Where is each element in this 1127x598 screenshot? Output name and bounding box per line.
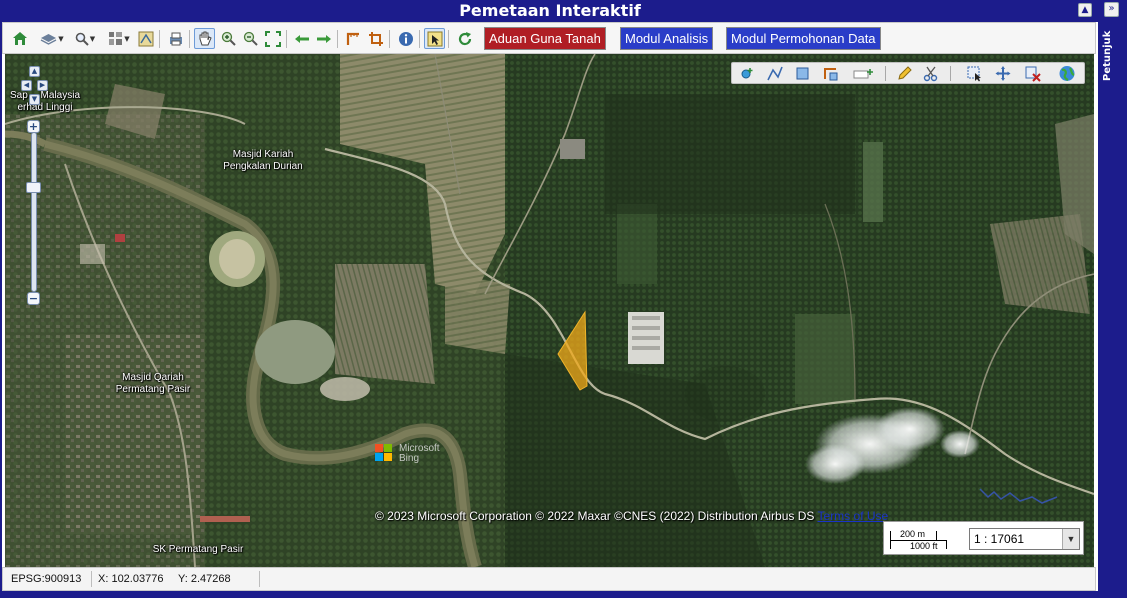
collapse-up-icon[interactable]: ▲ <box>1078 3 1092 17</box>
zoom-out-button[interactable]: − <box>27 292 40 305</box>
place-label-masjid-permatang-pasir: Masjid Qariah Permatang Pasir <box>115 372 191 395</box>
modul-analisis-button[interactable]: Modul Analisis <box>620 27 714 50</box>
side-panel: » Petunjuk <box>1098 0 1127 598</box>
projection-code: EPSG:900913 <box>11 573 82 585</box>
toolbar-separator <box>337 30 338 48</box>
toolbar-separator <box>448 30 449 48</box>
back-arrow-icon[interactable] <box>291 28 312 49</box>
edit-toolbar-separator <box>885 66 886 81</box>
chevron-down-icon: ▼ <box>58 34 64 43</box>
x-coordinate: X: 102.03776 <box>98 573 164 585</box>
cut-icon[interactable] <box>922 65 940 82</box>
add-polygon-icon[interactable] <box>794 65 812 82</box>
toolbar-separator <box>419 30 420 48</box>
add-feature-icon[interactable] <box>852 65 874 82</box>
refresh-icon[interactable] <box>454 28 475 49</box>
chevron-down-icon: ▼ <box>124 34 130 43</box>
zoom-slider-track[interactable] <box>31 132 37 292</box>
scale-bar: 200 m 1000 ft <box>890 528 968 552</box>
toolbar-separator <box>389 30 390 48</box>
edit-toolbar <box>731 62 1085 84</box>
status-separator <box>91 571 92 587</box>
logo-text: Microsoft Bing <box>399 443 440 464</box>
logo-square <box>384 453 392 461</box>
measure-icon[interactable] <box>342 28 363 49</box>
logo-square <box>384 444 392 452</box>
modul-permohonan-data-button[interactable]: Modul Permohonan Data <box>726 27 881 50</box>
crop-icon[interactable] <box>365 28 386 49</box>
microsoft-bing-logo: Microsoft Bing <box>375 444 445 466</box>
bottom-border <box>0 591 1098 598</box>
pan-up-icon[interactable]: ▲ <box>29 66 40 77</box>
home-icon[interactable] <box>9 28 30 49</box>
app-window: Pemetaan Interaktif ▲ » Petunjuk ▼ ▼ ▼ A… <box>0 0 1127 598</box>
toolbar-separator <box>159 30 160 48</box>
delete-icon[interactable] <box>1024 65 1042 82</box>
pan-zoom-control: ▲ ◀ ▶ ▼ + − <box>21 62 51 305</box>
scale-tick <box>936 531 937 540</box>
place-label-masjid-pengkalan-durian: Masjid Kariah Pengkalan Durian <box>223 149 303 172</box>
left-border <box>0 22 2 592</box>
info-icon[interactable] <box>395 28 416 49</box>
zoom-in-icon[interactable] <box>218 28 239 49</box>
scale-tick <box>946 540 947 549</box>
grid-icon[interactable]: ▼ <box>105 28 133 49</box>
map-view[interactable]: Sap… Malaysia erhad Linggi Masjid Kariah… <box>5 54 1094 567</box>
scale-imperial-label: 1000 ft <box>910 541 938 551</box>
scale-select-value: 1 : 17061 <box>974 532 1025 546</box>
page-title: Pemetaan Interaktif <box>459 1 641 20</box>
map-attribution: © 2023 Microsoft Corporation © 2022 Maxa… <box>375 509 888 523</box>
chevron-down-icon: ▼ <box>89 34 96 43</box>
status-separator <box>259 571 260 587</box>
status-bar: EPSG:900913 X: 102.03776 Y: 2.47268 <box>2 567 1096 591</box>
pan-down-icon[interactable]: ▼ <box>29 94 40 105</box>
scale-panel: 200 m 1000 ft 1 : 17061 ▼ <box>883 521 1084 555</box>
move-icon[interactable] <box>994 65 1012 82</box>
layers-icon[interactable]: ▼ <box>37 28 67 49</box>
legend-icon[interactable] <box>135 28 156 49</box>
scale-metric-label: 200 m <box>900 529 926 539</box>
select-box-icon[interactable] <box>966 65 984 82</box>
add-line-icon[interactable] <box>766 65 784 82</box>
logo-square <box>375 453 383 461</box>
scale-select[interactable]: 1 : 17061 ▼ <box>969 528 1080 550</box>
y-coordinate: Y: 2.47268 <box>178 573 231 585</box>
zoom-out-icon[interactable] <box>240 28 261 49</box>
title-bar: Pemetaan Interaktif ▲ <box>0 0 1098 22</box>
pan-left-icon[interactable]: ◀ <box>21 80 32 91</box>
terms-of-use-link[interactable]: Terms of Use <box>818 509 889 523</box>
forward-arrow-icon[interactable] <box>313 28 334 49</box>
satellite-imagery <box>5 54 1094 567</box>
chevron-down-icon[interactable]: ▼ <box>1062 529 1079 549</box>
aduan-guna-tanah-button[interactable]: Aduan Guna Tanah <box>484 27 606 50</box>
select-icon[interactable] <box>424 28 445 49</box>
pan-right-icon[interactable]: ▶ <box>37 80 48 91</box>
toolbar-separator <box>189 30 190 48</box>
add-point-icon[interactable] <box>738 65 756 82</box>
edit-vertex-icon[interactable] <box>822 65 840 82</box>
main-toolbar: ▼ ▼ ▼ Aduan Guna Tanah Modul Analisis Mo… <box>2 22 1096 54</box>
zoom-slider-handle[interactable] <box>26 182 41 193</box>
place-label-sk-permatang-pasir: SK Permatang Pasir <box>152 544 244 555</box>
logo-square <box>375 444 383 452</box>
full-extent-icon[interactable] <box>262 28 283 49</box>
pan-hand-icon[interactable] <box>194 28 215 49</box>
globe-icon[interactable] <box>1058 65 1076 82</box>
print-icon[interactable] <box>165 28 186 49</box>
attribution-text: © 2023 Microsoft Corporation © 2022 Maxa… <box>375 509 815 523</box>
draw-pencil-icon[interactable] <box>896 65 914 82</box>
search-icon[interactable]: ▼ <box>71 28 99 49</box>
expand-panel-icon[interactable]: » <box>1104 2 1119 17</box>
side-panel-label[interactable]: Petunjuk <box>1102 30 1113 82</box>
toolbar-separator <box>286 30 287 48</box>
edit-toolbar-separator <box>950 66 951 81</box>
